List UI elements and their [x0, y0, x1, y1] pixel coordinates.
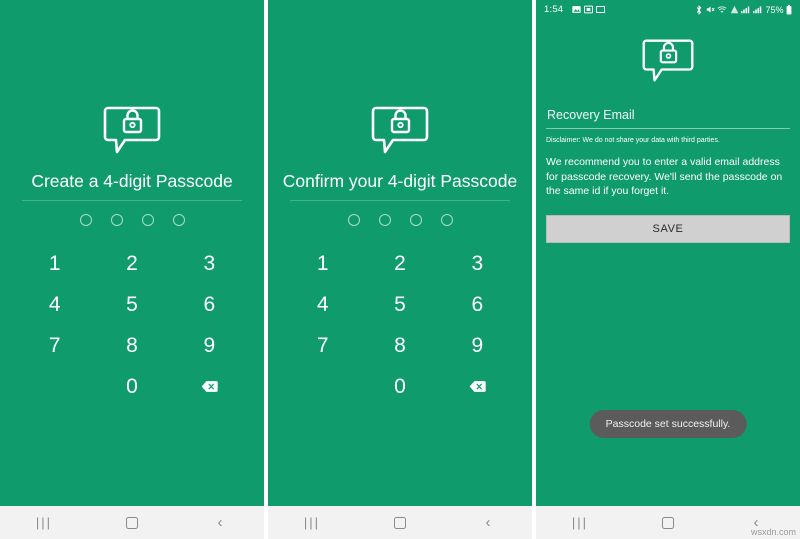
android-navigation-bar: ||| ‹ wsxdn.com [536, 506, 800, 539]
key-1[interactable]: 1 [284, 253, 361, 274]
battery-percent-label: 75% [765, 4, 784, 15]
nav-recents-button[interactable]: ||| [21, 506, 67, 539]
key-1[interactable]: 1 [16, 253, 93, 274]
screen-icon [596, 5, 606, 14]
phone-screen-recovery-email: 1:54 75% Recovery Email Disclaimer: We d… [536, 0, 800, 539]
passcode-dot [378, 214, 391, 226]
numeric-keypad: 1 2 3 4 5 6 7 8 9 0 [16, 243, 248, 407]
recovery-email-body: Disclaimer: We do not share your data wi… [536, 19, 800, 506]
watermark: wsxdn.com [750, 527, 796, 537]
key-7[interactable]: 7 [284, 335, 361, 356]
key-8[interactable]: 8 [361, 335, 438, 356]
nav-back-button[interactable]: ‹ [465, 506, 511, 539]
chat-lock-icon [371, 106, 429, 154]
save-button[interactable]: SAVE [546, 214, 790, 243]
passcode-dot [110, 214, 123, 226]
recovery-email-input[interactable] [546, 106, 790, 129]
recents-icon: ||| [35, 515, 53, 530]
signal-icon [741, 5, 750, 14]
passcode-dot [79, 214, 92, 226]
recents-icon: ||| [571, 515, 589, 530]
recovery-email-form: Disclaimer: We do not share your data wi… [536, 106, 800, 243]
create-passcode-body: Create a 4-digit Passcode 1 2 3 4 5 6 7 … [0, 0, 264, 506]
key-2[interactable]: 2 [361, 253, 438, 274]
key-9[interactable]: 9 [439, 335, 516, 356]
status-bar: 1:54 75% [536, 0, 800, 19]
bluetooth-icon [695, 4, 703, 15]
key-3[interactable]: 3 [171, 253, 248, 274]
passcode-dot [409, 214, 422, 226]
backspace-icon [469, 381, 486, 392]
back-chevron-icon: ‹ [485, 514, 491, 531]
wifi-icon [717, 5, 727, 14]
confirm-passcode-body: Confirm your 4-digit Passcode 1 2 3 4 5 … [268, 0, 532, 506]
nav-back-button[interactable]: ‹ [197, 506, 243, 539]
key-9[interactable]: 9 [171, 335, 248, 356]
key-6[interactable]: 6 [171, 294, 248, 315]
key-0[interactable]: 0 [93, 376, 170, 397]
toast-message: Passcode set successfully. [589, 410, 747, 438]
numeric-keypad: 1 2 3 4 5 6 7 8 9 0 [284, 243, 516, 407]
status-bar-right: 75% [695, 4, 792, 15]
backspace-key[interactable] [171, 380, 248, 393]
signal-2-icon [752, 5, 762, 14]
key-4[interactable]: 4 [284, 294, 361, 315]
chat-lock-icon [642, 39, 694, 82]
key-5[interactable]: 5 [361, 294, 438, 315]
page-title: Create a 4-digit Passcode [0, 171, 264, 201]
page-title: Confirm your 4-digit Passcode [268, 171, 532, 201]
key-7[interactable]: 7 [16, 335, 93, 356]
disclaimer-text: Disclaimer: We do not share your data wi… [546, 137, 720, 144]
home-square-icon [394, 516, 406, 529]
nav-home-button[interactable] [377, 506, 423, 539]
passcode-dot [347, 214, 360, 226]
backspace-icon [201, 381, 218, 392]
key-4[interactable]: 4 [16, 294, 93, 315]
passcode-dots [79, 214, 185, 226]
gallery-icon [572, 5, 581, 14]
key-5[interactable]: 5 [93, 294, 170, 315]
home-square-icon [126, 516, 138, 529]
android-navigation-bar: ||| ‹ [0, 506, 264, 539]
data-icon [730, 5, 739, 14]
nav-home-button[interactable] [645, 506, 691, 539]
key-0[interactable]: 0 [361, 376, 438, 397]
key-8[interactable]: 8 [93, 335, 170, 356]
phone-screen-confirm-passcode: Confirm your 4-digit Passcode 1 2 3 4 5 … [268, 0, 532, 539]
nav-recents-button[interactable]: ||| [557, 506, 603, 539]
nav-recents-button[interactable]: ||| [289, 506, 335, 539]
passcode-dots [347, 214, 453, 226]
home-square-icon [662, 516, 674, 529]
screenshot-icon [584, 5, 594, 14]
recents-icon: ||| [303, 515, 321, 530]
key-3[interactable]: 3 [439, 253, 516, 274]
mute-icon [706, 5, 715, 14]
key-6[interactable]: 6 [439, 294, 516, 315]
backspace-key[interactable] [439, 380, 516, 393]
status-time: 1:54 [544, 4, 564, 15]
passcode-dot [141, 214, 154, 226]
passcode-dot [440, 214, 453, 226]
nav-home-button[interactable] [109, 506, 155, 539]
key-2[interactable]: 2 [93, 253, 170, 274]
recommendation-text: We recommend you to enter a valid email … [546, 156, 783, 198]
android-navigation-bar: ||| ‹ [268, 506, 532, 539]
chat-lock-icon [103, 106, 161, 154]
phone-screen-create-passcode: Create a 4-digit Passcode 1 2 3 4 5 6 7 … [0, 0, 264, 539]
back-chevron-icon: ‹ [217, 514, 223, 531]
three-phone-screenshots: Create a 4-digit Passcode 1 2 3 4 5 6 7 … [0, 0, 800, 539]
battery-icon [786, 4, 792, 15]
status-bar-left: 1:54 [544, 4, 606, 15]
passcode-dot [172, 214, 185, 226]
